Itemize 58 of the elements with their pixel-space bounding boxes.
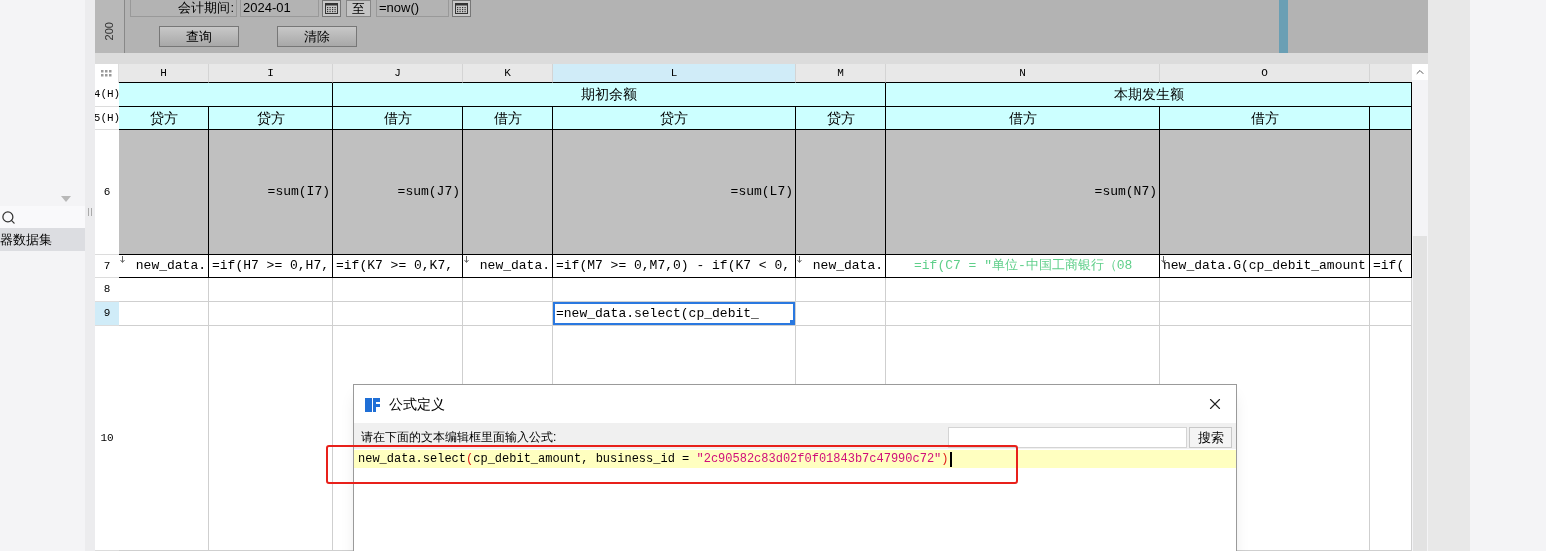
formula-cell: new_data. [119, 255, 209, 278]
total-cell: =sum(N7) [886, 130, 1160, 255]
select-all-grip-icon[interactable] [101, 70, 112, 77]
header-cell: 贷方 [796, 107, 886, 130]
ruler-label: 200 [102, 22, 117, 41]
panel-marker-bar [1279, 0, 1288, 53]
column-header[interactable]: N [886, 64, 1160, 83]
header-cell: 贷方 [209, 107, 333, 130]
total-cell: =sum(J7) [333, 130, 463, 255]
search-button[interactable]: 搜索 [1189, 426, 1232, 448]
column-header[interactable]: H [119, 64, 209, 83]
header-cell: 贷方 [119, 107, 209, 130]
formula-cell: =if(M7 >= 0,M7,0) - if(K7 < 0, [553, 255, 796, 278]
text-cursor [949, 451, 952, 467]
column-header[interactable]: K [463, 64, 553, 83]
calendar-icon[interactable] [452, 0, 471, 17]
formula-cell: =if(H7 >= 0,H7, [209, 255, 333, 278]
header-cell [1370, 107, 1412, 130]
date-field[interactable]: 2024-01 [240, 0, 319, 17]
header-cell: 本期发生额 [886, 83, 1412, 107]
search-field[interactable] [948, 426, 1187, 448]
field-label: 会计期间: [130, 0, 237, 17]
column-header[interactable]: O [1160, 64, 1370, 83]
header-cell: 借方 [886, 107, 1160, 130]
header-cell: 借方 [333, 107, 463, 130]
app-logo-icon [364, 395, 381, 413]
search-icon[interactable] [1, 209, 16, 225]
formula-cell: new_data. [463, 255, 553, 278]
header-cell: 借方 [1160, 107, 1370, 130]
formula-cell: new_data.G(cp_debit_amount [1160, 255, 1370, 278]
query-button[interactable]: 清除 [277, 26, 357, 47]
formula-cell: new_data. [796, 255, 886, 278]
splitter-grip-icon[interactable] [88, 208, 92, 216]
prompt-text: 请在下面的文本编辑框里面输入公式: [361, 429, 557, 446]
query-button[interactable]: 查询 [159, 26, 239, 47]
total-cell: =sum(L7) [553, 130, 796, 255]
header-cell: 期初余额 [333, 83, 886, 107]
editing-cell[interactable]: =new_data.select(cp_debit_ [553, 302, 795, 325]
to-button[interactable]: 至 [346, 0, 371, 17]
column-header[interactable]: J [333, 64, 463, 83]
header-cell: 借方 [463, 107, 553, 130]
column-header[interactable]: L [553, 64, 796, 83]
column-header[interactable]: M [796, 64, 886, 83]
column-header[interactable]: I [209, 64, 333, 83]
date-field[interactable]: =now() [376, 0, 449, 17]
total-cell: =sum(I7) [209, 130, 333, 255]
header-cell: 贷方 [553, 107, 796, 130]
dropdown-caret-icon[interactable] [61, 196, 71, 202]
calendar-icon[interactable] [322, 0, 341, 17]
row-header[interactable]: 9 [95, 302, 119, 326]
scrollbar-thumb[interactable] [1413, 236, 1427, 551]
formula-cell: =if(K7 >= 0,K7, [333, 255, 463, 278]
sidebar-item[interactable]: 器数据集 [0, 228, 85, 251]
column-header[interactable] [1370, 64, 1412, 83]
fill-handle-icon[interactable] [790, 320, 795, 325]
dialog-title: 公式定义 [389, 394, 445, 414]
formula-cell: =if(C7 = "单位-中国工商银行（08 [886, 255, 1160, 278]
formula-cell: =if( [1370, 255, 1412, 278]
